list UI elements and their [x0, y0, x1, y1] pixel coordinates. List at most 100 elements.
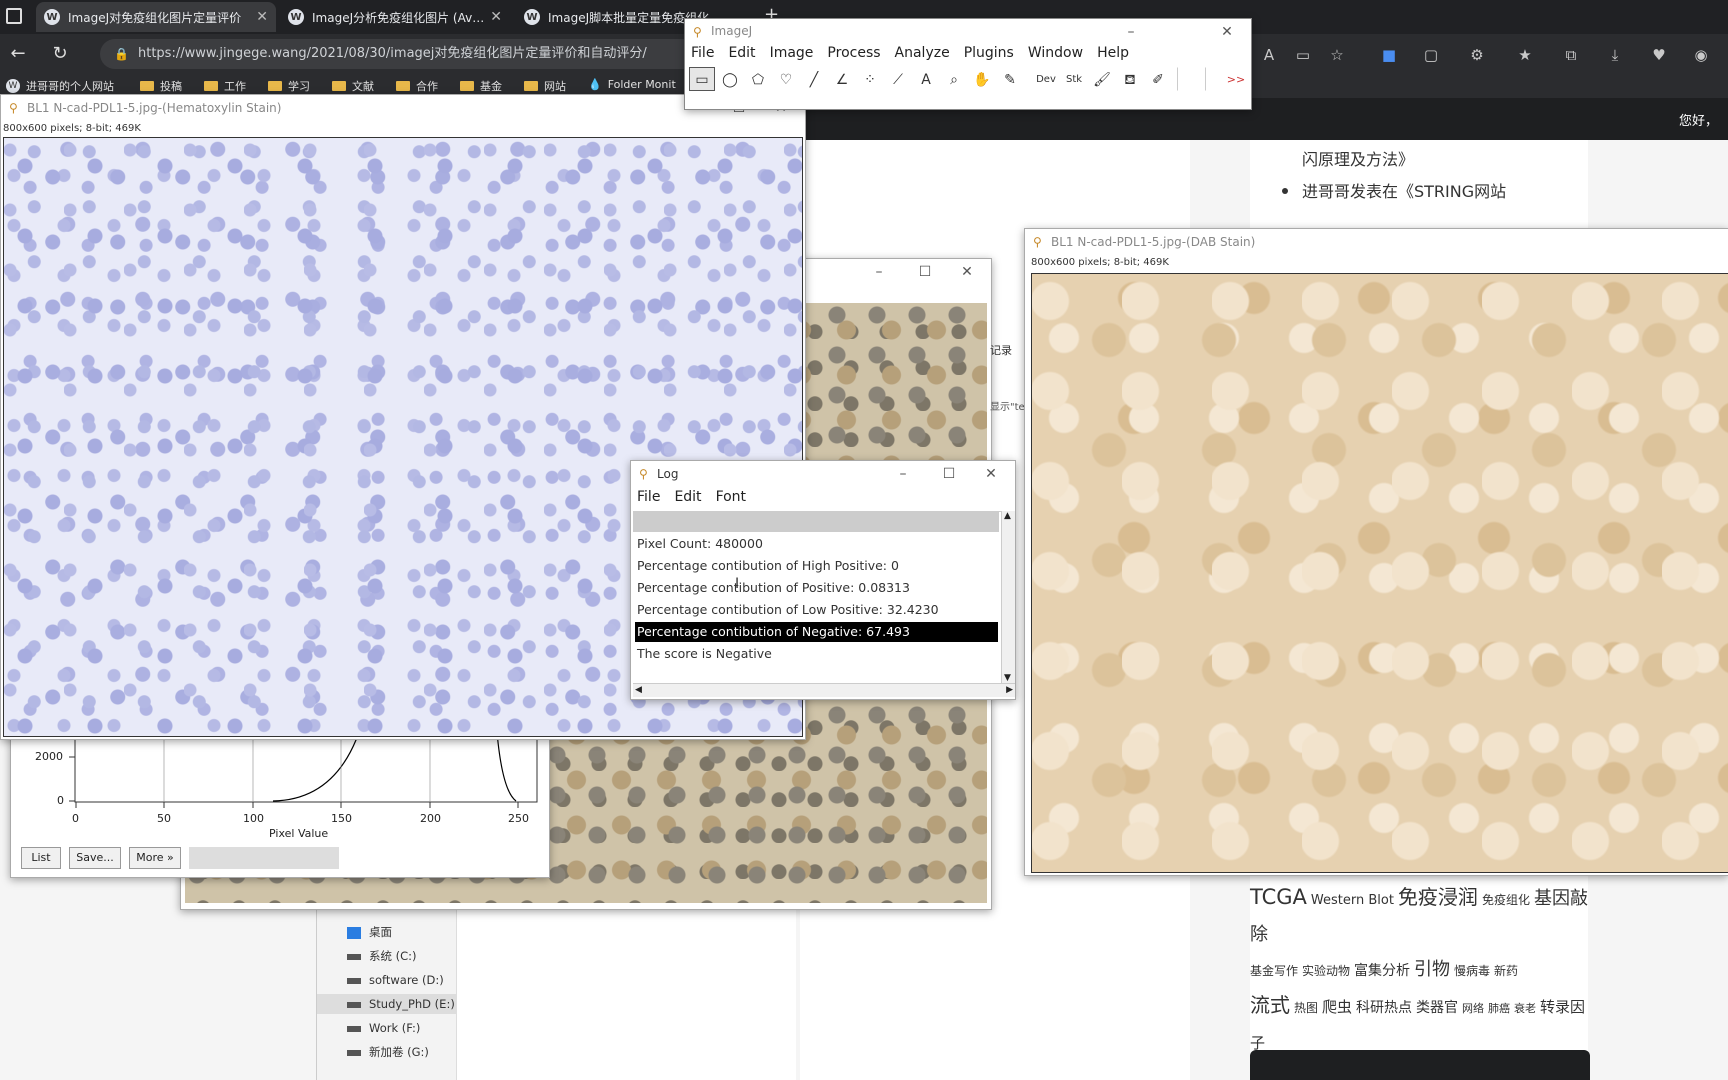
sidebar-line[interactable]: 进哥哥发表在《STRING网站: [1302, 178, 1506, 202]
bookmark-folder[interactable]: 投稿: [140, 78, 182, 94]
tree-item-drive-g[interactable]: 新加卷 (G:): [347, 1042, 429, 1062]
tag[interactable]: 网络: [1462, 1002, 1484, 1015]
dab-image-canvas[interactable]: [1031, 273, 1728, 873]
settings-icon[interactable]: ⚙: [1466, 44, 1488, 66]
tag[interactable]: 基金写作: [1250, 964, 1298, 978]
url-input[interactable]: 🔒 https://www.jingege.wang/2021/08/30/im…: [100, 39, 740, 69]
save-button[interactable]: Save...: [69, 847, 121, 869]
dab-window[interactable]: ⚲ BL1 N-cad-PDL1-5.jpg-(DAB Stain) 800x60…: [1024, 228, 1728, 876]
bookmark-folder[interactable]: 学习: [268, 78, 310, 94]
menu-plugins[interactable]: Plugins: [964, 45, 1014, 61]
tag[interactable]: 肺癌: [1488, 1002, 1510, 1015]
minimize-button[interactable]: –: [883, 461, 923, 487]
bookmark-folder[interactable]: 文献: [332, 78, 374, 94]
menu-file[interactable]: File: [691, 45, 714, 61]
bookmark-personal-site[interactable]: W 进哥哥的个人网站: [6, 78, 114, 94]
tag[interactable]: 热图: [1294, 1001, 1318, 1015]
bookmark-folder[interactable]: 网站: [524, 78, 566, 94]
bookmark-folder[interactable]: 基金: [460, 78, 502, 94]
tag[interactable]: 流式: [1250, 993, 1290, 1017]
scroll-up-icon[interactable]: ▲: [1004, 511, 1011, 521]
bookmark-folder[interactable]: 合作: [396, 78, 438, 94]
tree-item-drive-d[interactable]: software (D:): [347, 970, 444, 990]
tree-item-desktop[interactable]: 桌面: [347, 922, 392, 942]
tag[interactable]: 慢病毒: [1454, 964, 1490, 978]
freehand-tool-icon[interactable]: ♡: [773, 67, 799, 91]
close-button[interactable]: ✕: [971, 461, 1011, 487]
refresh-icon[interactable]: ↻: [48, 42, 72, 66]
tag[interactable]: Western Blot: [1311, 893, 1394, 908]
brush-tool-icon[interactable]: 🖌: [1089, 67, 1115, 91]
tag[interactable]: TCGA: [1250, 885, 1307, 909]
tag[interactable]: 免疫浸润: [1398, 885, 1478, 909]
multipoint-tool-icon[interactable]: ⁘: [857, 67, 883, 91]
tag[interactable]: 引物: [1414, 959, 1450, 980]
dropper-tool-icon[interactable]: ✎: [997, 67, 1023, 91]
extension-icon[interactable]: ■: [1378, 44, 1400, 66]
tag[interactable]: 类器官: [1416, 1000, 1458, 1016]
empty-tool-slot[interactable]: [1177, 67, 1203, 91]
extension-2-icon[interactable]: ▢: [1420, 44, 1442, 66]
bookmark-folder[interactable]: 工作: [204, 78, 246, 94]
window-title-bar[interactable]: ⚲ BL1 N-cad-PDL1-5.jpg-(DAB Stain): [1025, 229, 1728, 255]
menu-process[interactable]: Process: [827, 45, 880, 61]
menu-help[interactable]: Help: [1097, 45, 1129, 61]
scroll-right-icon[interactable]: ▶: [1006, 685, 1013, 695]
menu-file[interactable]: File: [637, 489, 660, 505]
tag[interactable]: 新药: [1494, 964, 1518, 978]
log-window[interactable]: ⚲ Log – ☐ ✕ File Edit Font Pixel Count: 480…: [630, 460, 1016, 700]
stk-tool-icon[interactable]: Stk: [1061, 67, 1087, 91]
hand-tool-icon[interactable]: ✋: [969, 67, 995, 91]
download-icon[interactable]: ⤓: [1604, 44, 1626, 66]
bookmark-folder-monitor[interactable]: 💧 Folder Monit: [588, 78, 676, 91]
imagej-main-window[interactable]: ⚲ ImageJ – ✕ File Edit Image Process Analyze P…: [684, 18, 1252, 110]
vertical-scrollbar[interactable]: ▲ ▼: [1001, 511, 1015, 683]
tag[interactable]: 实验动物: [1302, 964, 1350, 978]
pencil-tool-icon[interactable]: ✐: [1145, 67, 1171, 91]
menu-font[interactable]: Font: [716, 489, 746, 505]
more-button[interactable]: More »: [129, 847, 181, 869]
tag[interactable]: 科研热点: [1356, 1000, 1412, 1016]
histogram-window[interactable]: 2000 0 0 50 100 150 200 250 Pixel Value …: [10, 720, 550, 878]
menu-edit[interactable]: Edit: [674, 489, 701, 505]
horizontal-scrollbar[interactable]: ◀ ▶: [633, 683, 1015, 697]
close-button[interactable]: ✕: [947, 259, 987, 285]
menu-analyze[interactable]: Analyze: [895, 45, 950, 61]
performance-icon[interactable]: ♥: [1648, 44, 1670, 66]
close-button[interactable]: ✕: [1207, 19, 1247, 45]
minimize-button[interactable]: –: [859, 259, 899, 285]
list-button[interactable]: List: [21, 847, 61, 869]
magnifier-tool-icon[interactable]: ⌕: [941, 67, 967, 91]
menu-edit[interactable]: Edit: [728, 45, 755, 61]
window-title-bar[interactable]: ⚲ ImageJ: [685, 19, 1251, 43]
reader-icon[interactable]: ▭: [1292, 44, 1314, 66]
close-icon[interactable]: ✕: [256, 9, 268, 25]
close-icon[interactable]: ✕: [490, 9, 502, 25]
tree-item-drive-f[interactable]: Work (F:): [347, 1018, 420, 1038]
collections-icon[interactable]: ⧉: [1560, 44, 1582, 66]
sidebar-line[interactable]: 闪原理及方法》: [1302, 146, 1414, 170]
menu-window[interactable]: Window: [1028, 45, 1083, 61]
line-tool-icon[interactable]: ╱: [801, 67, 827, 91]
rectangle-tool-icon[interactable]: ▭: [689, 67, 715, 91]
tree-item-drive-c[interactable]: 系统 (C:): [347, 946, 417, 966]
tag[interactable]: 免疫组化: [1482, 893, 1530, 907]
dev-tool-icon[interactable]: Dev: [1033, 67, 1059, 91]
text-tool-icon[interactable]: A: [913, 67, 939, 91]
favorites-icon[interactable]: ★: [1514, 44, 1536, 66]
tree-item-drive-e[interactable]: Study_PhD (E:): [317, 994, 457, 1014]
wand-tool-icon[interactable]: ⟋: [885, 67, 911, 91]
oval-tool-icon[interactable]: ◯: [717, 67, 743, 91]
read-aloud-icon[interactable]: A: [1258, 44, 1280, 66]
window-menu-icon[interactable]: [6, 8, 22, 24]
tag[interactable]: 衰老: [1514, 1002, 1536, 1015]
maximize-button[interactable]: ☐: [905, 259, 945, 285]
scroll-left-icon[interactable]: ◀: [635, 685, 642, 695]
copilot-icon[interactable]: ◉: [1690, 44, 1712, 66]
flood-fill-tool-icon[interactable]: ⛾: [1117, 67, 1143, 91]
browser-tab-1[interactable]: W ImageJ对免疫组化图片定量评价 ✕: [36, 2, 276, 32]
more-tools-icon[interactable]: >>: [1223, 67, 1249, 91]
scroll-down-icon[interactable]: ▼: [1004, 673, 1011, 683]
back-icon[interactable]: ←: [6, 42, 30, 66]
favorite-icon[interactable]: ☆: [1326, 44, 1348, 66]
